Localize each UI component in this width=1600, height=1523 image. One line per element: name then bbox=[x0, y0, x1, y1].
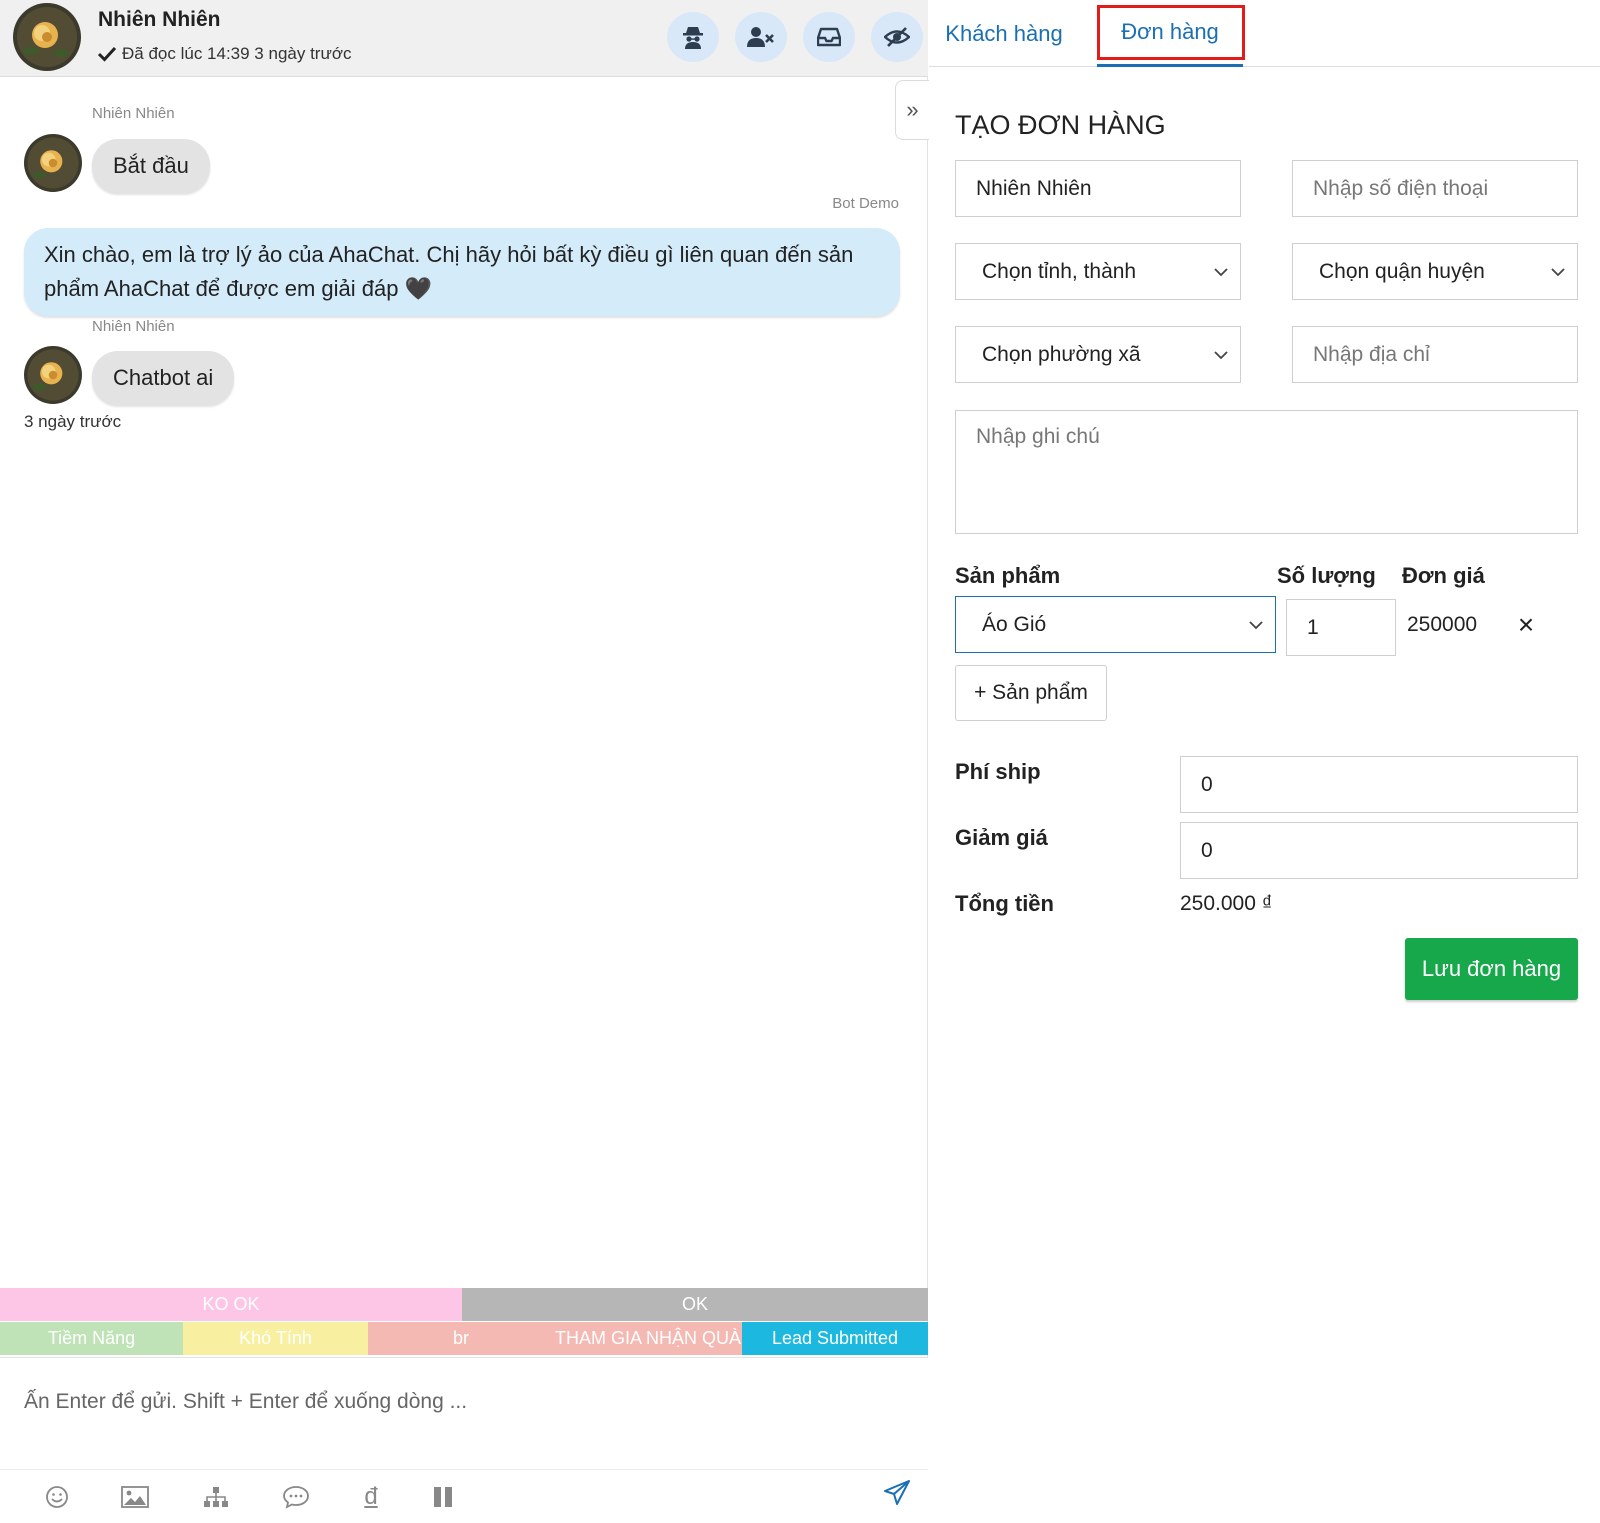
close-icon: × bbox=[1517, 609, 1535, 640]
discount-label: Giảm giá bbox=[955, 825, 1048, 850]
currency-button[interactable]: đ bbox=[354, 1480, 388, 1514]
read-status: Đã đọc lúc 14:39 3 ngày trước bbox=[98, 44, 351, 64]
total-label: Tổng tiền bbox=[955, 891, 1054, 916]
note-textarea[interactable] bbox=[955, 410, 1578, 534]
save-order-button[interactable]: Lưu đơn hàng bbox=[1405, 938, 1578, 1000]
pause-button[interactable] bbox=[426, 1480, 460, 1514]
tag-bar-row-2: Tiềm Năng Khó Tính br THAM GIA NHẬN QUÀ … bbox=[0, 1322, 928, 1355]
flow-icon bbox=[204, 1487, 228, 1507]
image-icon bbox=[121, 1486, 149, 1508]
flow-button[interactable] bbox=[199, 1480, 233, 1514]
user-avatar bbox=[24, 134, 82, 192]
read-status-text: Đã đọc lúc 14:39 3 ngày trước bbox=[122, 44, 352, 63]
remove-user-button[interactable] bbox=[735, 12, 787, 62]
collapse-panel-button[interactable]: » bbox=[895, 80, 929, 140]
bot-message-bubble: Xin chào, em là trợ lý ảo của AhaChat. C… bbox=[24, 228, 900, 316]
comment-icon bbox=[283, 1486, 309, 1509]
tag-lead-submitted[interactable]: Lead Submitted bbox=[742, 1322, 928, 1355]
eye-slash-icon bbox=[884, 27, 910, 47]
shipping-fee-input[interactable] bbox=[1180, 756, 1578, 813]
district-select-label: Chọn quận huyện bbox=[1319, 259, 1485, 283]
tab-order[interactable]: Đơn hàng bbox=[1097, 0, 1243, 67]
rose-avatar-image bbox=[24, 346, 82, 404]
user-avatar bbox=[24, 346, 82, 404]
chat-header: Nhiên Nhiên Đã đọc lúc 14:39 3 ngày trướ… bbox=[0, 0, 928, 77]
tag-tiem-nang[interactable]: Tiềm Năng bbox=[0, 1322, 183, 1355]
customer-name-input[interactable] bbox=[955, 160, 1241, 217]
emoji-icon bbox=[46, 1486, 68, 1508]
tag-kho-tinh[interactable]: Khó Tính bbox=[183, 1322, 368, 1355]
total-amount: 250.000 ₫ bbox=[1180, 892, 1273, 915]
unit-price: 250000 bbox=[1407, 613, 1478, 636]
add-product-button[interactable]: + Sản phẩm bbox=[955, 665, 1107, 721]
rose-avatar-image bbox=[24, 134, 82, 192]
image-button[interactable] bbox=[118, 1480, 152, 1514]
shipping-fee-label: Phí ship bbox=[955, 759, 1041, 784]
inbox-icon bbox=[817, 27, 841, 47]
district-select[interactable]: Chọn quận huyện bbox=[1292, 243, 1578, 300]
phone-input[interactable] bbox=[1292, 160, 1578, 217]
sender-name: Bot Demo bbox=[832, 195, 899, 212]
discount-input[interactable] bbox=[1180, 822, 1578, 879]
inbox-button[interactable] bbox=[803, 12, 855, 62]
price-header: Đơn giá bbox=[1402, 563, 1485, 588]
spy-icon bbox=[683, 27, 703, 49]
check-icon bbox=[98, 46, 116, 62]
chevron-down-icon bbox=[1214, 267, 1228, 276]
product-select-label: Áo Gió bbox=[982, 612, 1047, 636]
contact-avatar[interactable] bbox=[13, 3, 81, 71]
address-input[interactable] bbox=[1292, 326, 1578, 383]
sender-name: Nhiên Nhiên bbox=[92, 105, 175, 122]
province-select[interactable]: Chọn tỉnh, thành bbox=[955, 243, 1241, 300]
tag-ko-ok[interactable]: KO OK bbox=[0, 1288, 462, 1321]
emoji-button[interactable] bbox=[40, 1480, 74, 1514]
panel-tabs: Khách hàng Đơn hàng bbox=[929, 0, 1600, 67]
user-remove-icon bbox=[747, 27, 774, 47]
chevron-down-icon bbox=[1214, 350, 1228, 359]
remove-product-button[interactable]: × bbox=[1513, 609, 1539, 640]
province-select-label: Chọn tỉnh, thành bbox=[982, 259, 1137, 283]
sender-name: Nhiên Nhiên bbox=[92, 318, 175, 335]
ward-select-label: Chọn phường xã bbox=[982, 342, 1141, 366]
send-button[interactable] bbox=[880, 1476, 914, 1510]
tag-ok[interactable]: OK bbox=[462, 1288, 928, 1321]
chevron-down-icon bbox=[1249, 620, 1263, 629]
ward-select[interactable]: Chọn phường xã bbox=[955, 326, 1241, 383]
tag-tham-gia-nhan-qua[interactable]: THAM GIA NHẬN QUÀ bbox=[554, 1322, 742, 1355]
product-header: Sản phẩm bbox=[955, 563, 1061, 588]
pause-icon bbox=[434, 1487, 452, 1507]
message-input[interactable] bbox=[0, 1358, 928, 1469]
spy-button[interactable] bbox=[667, 12, 719, 62]
message-timestamp: 3 ngày trước bbox=[24, 412, 122, 431]
order-panel: Khách hàng Đơn hàng TẠO ĐƠN HÀNG Chọn tỉ… bbox=[929, 0, 1600, 1523]
double-chevron-right-icon: » bbox=[906, 97, 919, 122]
tag-bar-row-1: KO OK OK bbox=[0, 1288, 928, 1321]
contact-name: Nhiên Nhiên bbox=[98, 8, 221, 31]
chevron-down-icon bbox=[1551, 267, 1565, 276]
rose-avatar-image bbox=[13, 3, 81, 71]
currency-icon: đ bbox=[364, 1483, 378, 1510]
quantity-header: Số lượng bbox=[1277, 563, 1376, 588]
user-message-bubble: Bắt đầu bbox=[92, 139, 210, 193]
tag-br[interactable]: br bbox=[368, 1322, 554, 1355]
quantity-input[interactable] bbox=[1286, 599, 1396, 656]
form-title: TẠO ĐƠN HÀNG bbox=[955, 110, 1166, 140]
message-composer bbox=[0, 1357, 928, 1469]
chat-pane: Nhiên Nhiên Đã đọc lúc 14:39 3 ngày trướ… bbox=[0, 0, 929, 1523]
comment-button[interactable] bbox=[279, 1480, 313, 1514]
composer-toolbar: đ bbox=[0, 1469, 928, 1523]
tab-customer[interactable]: Khách hàng bbox=[929, 0, 1079, 67]
hide-button[interactable] bbox=[871, 12, 923, 62]
send-icon bbox=[884, 1480, 910, 1505]
product-select[interactable]: Áo Gió bbox=[955, 596, 1276, 653]
user-message-bubble: Chatbot ai bbox=[92, 351, 235, 405]
